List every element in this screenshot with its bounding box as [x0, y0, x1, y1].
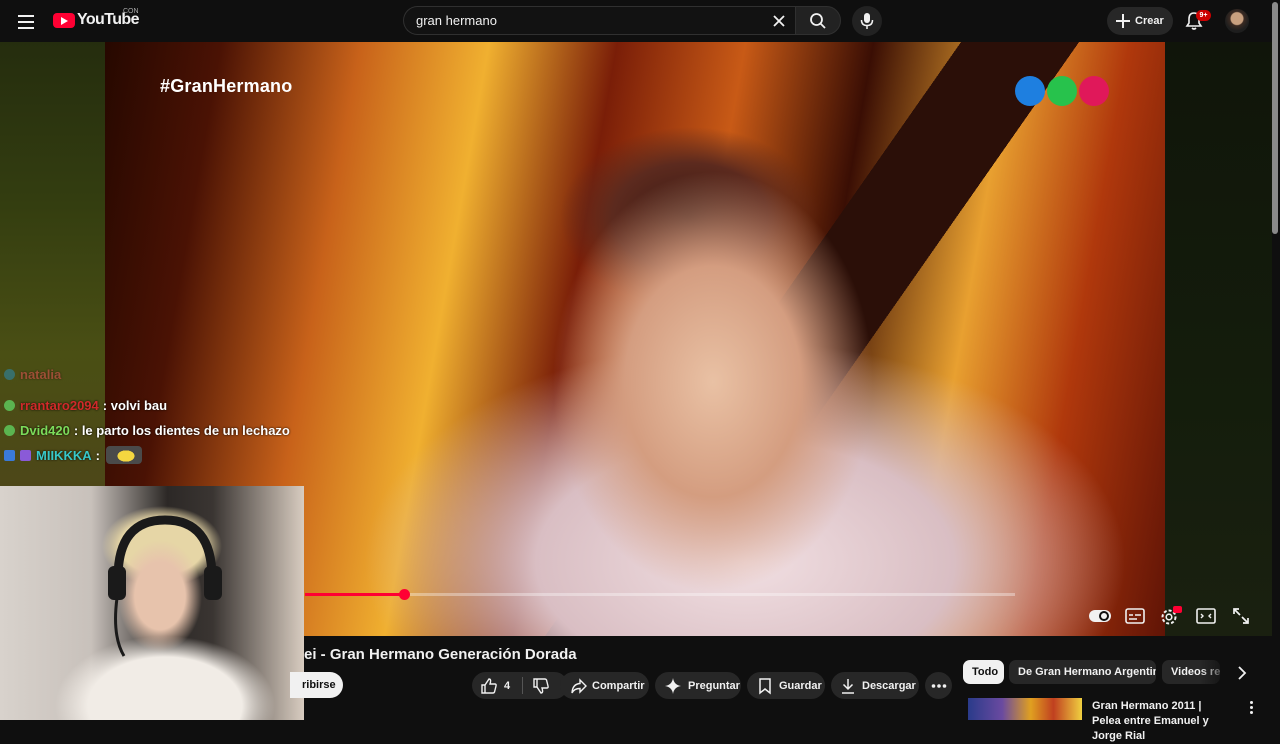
chevron-right-icon[interactable]: [1232, 662, 1252, 684]
chat-text: :: [95, 447, 100, 463]
subtitles-icon[interactable]: [1123, 605, 1147, 627]
chat-username: rrantaro2094: [20, 397, 99, 413]
headphones-icon: [108, 515, 222, 657]
ask-label: Preguntar: [688, 679, 740, 692]
more-actions-button[interactable]: [925, 672, 952, 699]
ambient-right: [1165, 42, 1272, 636]
create-label: Crear: [1135, 15, 1164, 27]
watermark-circle-green: [1047, 76, 1077, 106]
chat-badge-icon: [4, 449, 15, 461]
chat-username: natalia: [20, 366, 62, 382]
search-box: [403, 6, 795, 35]
sparkle-icon: [665, 677, 681, 694]
save-label: Guardar: [779, 679, 822, 692]
download-button[interactable]: Descargar: [831, 672, 919, 699]
bookmark-icon: [759, 677, 771, 695]
chip-all[interactable]: Todo: [963, 660, 1004, 684]
microphone-icon: [860, 13, 874, 29]
create-button[interactable]: Crear: [1107, 7, 1173, 35]
channel-watermark-logo: [1015, 76, 1111, 106]
chat-badge-icon: [4, 368, 15, 380]
subscribe-button[interactable]: ribirse: [290, 672, 343, 698]
share-button[interactable]: Compartir: [560, 672, 649, 699]
download-label: Descargar: [862, 679, 916, 692]
chat-username: MIIKKKA: [36, 447, 92, 463]
chat-text: : le parto los dientes de un lechazo: [73, 422, 290, 438]
download-icon: [842, 678, 854, 694]
watermark-circle-pink: [1079, 76, 1109, 106]
chat-badge-icon: [4, 399, 15, 411]
chat-username: Dvid420: [20, 422, 70, 438]
chat-badge-icon: [4, 424, 15, 436]
thumbs-up-icon: [481, 677, 497, 694]
recommended-thumbnail[interactable]: [968, 698, 1082, 720]
more-horizontal-icon: [931, 683, 946, 688]
voice-search-button[interactable]: [852, 6, 882, 36]
chat-message: natalia: [4, 364, 65, 384]
settings-icon[interactable]: [1158, 605, 1182, 627]
search-button[interactable]: [795, 6, 841, 35]
like-divider: [522, 677, 523, 694]
save-button[interactable]: Guardar: [747, 672, 825, 699]
streamer-webcam: [0, 486, 304, 720]
plus-icon: [1116, 14, 1130, 28]
chat-message: Dvid420 : le parto los dientes de un lec…: [4, 420, 290, 440]
like-count: 4: [504, 679, 511, 692]
notifications-badge: 9+: [1196, 10, 1211, 21]
menu-icon[interactable]: [14, 10, 38, 34]
chat-message: rrantaro2094 : volvi bau: [4, 395, 167, 415]
search-input[interactable]: [414, 7, 754, 34]
top-bar: YouTube CON Crear 9+: [0, 0, 1280, 42]
recommended-title[interactable]: Gran Hermano 2011 | Pelea entre Emanuel …: [1092, 699, 1232, 744]
youtube-play-icon: [53, 12, 75, 28]
chip-channel[interactable]: De Gran Hermano Argentina: [1009, 660, 1156, 684]
watermark-circle-blue: [1015, 76, 1045, 106]
like-button[interactable]: 4: [472, 677, 522, 695]
theater-mode-icon[interactable]: [1194, 605, 1218, 627]
chat-text: : volvi bau: [102, 397, 168, 413]
progress-bar-track[interactable]: [305, 593, 1015, 596]
clear-search-icon[interactable]: [769, 11, 789, 31]
fullscreen-icon[interactable]: [1229, 605, 1253, 627]
account-avatar[interactable]: [1225, 9, 1249, 33]
share-label: Compartir: [592, 679, 645, 692]
like-dislike-group: 4: [472, 672, 568, 699]
ask-button[interactable]: Preguntar: [655, 672, 741, 699]
search-icon: [810, 13, 826, 29]
share-icon: [571, 677, 587, 694]
chat-message: MIIKKKA :: [4, 445, 142, 465]
video-hashtag-overlay: #GranHermano: [160, 76, 293, 96]
video-title: ei - Gran Hermano Generación Dorada: [304, 646, 577, 663]
chat-badge-icon: [20, 449, 31, 461]
autoplay-toggle-icon[interactable]: [1088, 605, 1112, 627]
country-code: CON: [123, 8, 139, 15]
chips-fade: [1200, 658, 1230, 686]
progress-scrubber[interactable]: [399, 589, 410, 600]
page-scrollbar[interactable]: [1272, 2, 1278, 234]
more-vertical-icon[interactable]: [1246, 700, 1258, 716]
chat-emote-icon: [105, 446, 142, 464]
progress-bar-played: [305, 593, 404, 596]
youtube-logo[interactable]: YouTube CON: [53, 8, 139, 29]
thumbs-down-icon: [533, 677, 549, 694]
